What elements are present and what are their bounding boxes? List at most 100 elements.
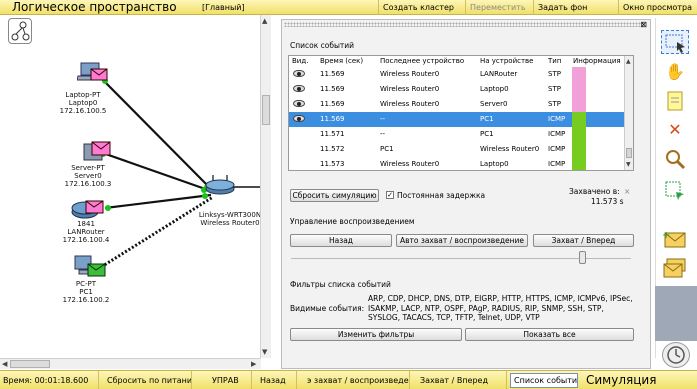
event-row[interactable]: 11.569 -- PC1 ICMP <box>289 112 625 127</box>
logical-workspace-canvas[interactable]: Laptop-PT Laptop0 172.16.100.5 Server-PT Se… <box>0 15 272 358</box>
scrollbar-thumb[interactable] <box>626 148 632 158</box>
panel-drag-handle[interactable] <box>284 22 644 27</box>
scrollbar-thumb[interactable] <box>10 360 50 368</box>
workspace-title: Логическое пространство <box>12 0 177 14</box>
bottom-auto-capture-button[interactable]: э захват / воспроизведе <box>297 371 410 389</box>
back-button[interactable]: Назад <box>290 234 392 247</box>
playback-speed-slider[interactable] <box>579 251 586 264</box>
eye-icon[interactable] <box>293 97 315 112</box>
event-row[interactable]: 11.569 Wireless Router0 Server0 STP <box>289 97 625 112</box>
column-header-info[interactable]: Информация <box>573 56 625 67</box>
wireless-router-icon[interactable] <box>204 173 236 197</box>
logical-topology-icon <box>11 21 30 41</box>
event-time: 11.569 <box>320 115 345 123</box>
event-info-color-swatch[interactable] <box>572 67 586 82</box>
viewport-button[interactable]: Окно просмотра <box>618 0 697 15</box>
scroll-left-icon[interactable]: ◀ <box>2 360 7 368</box>
event-type: ICMP <box>548 115 566 123</box>
pdu-control-button[interactable]: УПРАВ <box>192 371 252 389</box>
canvas-vertical-scrollbar[interactable]: ▲ ▼ <box>260 15 271 358</box>
resize-icon[interactable] <box>661 180 689 204</box>
event-at-device: Server0 <box>480 100 508 108</box>
bottom-capture-forward-button[interactable]: Захват / Вперед <box>410 371 507 389</box>
move-button[interactable]: Переместить <box>465 0 533 15</box>
power-cycle-button[interactable]: Сбросить по питанию <box>99 371 192 389</box>
event-time: 11.569 <box>320 70 345 78</box>
server-icon[interactable] <box>83 141 113 163</box>
event-row[interactable]: 11.569 Wireless Router0 Laptop0 STP <box>289 82 625 97</box>
scroll-down-icon[interactable]: ▼ <box>626 161 631 168</box>
event-info-color-swatch[interactable] <box>572 157 586 170</box>
edit-filters-button[interactable]: Изменить фильтры <box>290 328 462 341</box>
event-info-color-swatch[interactable] <box>572 82 586 97</box>
constant-delay-checkbox[interactable]: ✓ <box>386 191 394 199</box>
pc-icon[interactable] <box>74 255 108 279</box>
laptop-icon[interactable] <box>77 62 109 90</box>
simulation-mode-icon[interactable] <box>662 342 690 368</box>
eye-icon[interactable] <box>293 82 315 97</box>
column-header-at-device[interactable]: На устройстве <box>480 56 544 67</box>
select-icon[interactable] <box>661 30 689 54</box>
server-label: Server-PT Server0 172.16.100.3 <box>64 164 112 188</box>
scrollbar-thumb[interactable] <box>262 95 270 125</box>
event-info-color-swatch[interactable] <box>572 127 586 142</box>
tools-bottom-strip <box>655 286 697 341</box>
event-list-table: Вид. Время (сек) Последнее устройство На… <box>288 55 634 171</box>
event-row[interactable]: 11.571 -- PC1 ICMP <box>289 127 625 142</box>
scroll-up-icon[interactable]: ▲ <box>626 58 631 65</box>
scroll-down-icon[interactable]: ▼ <box>262 348 267 356</box>
capture-forward-button[interactable]: Захват / Вперед <box>533 234 634 247</box>
captured-label: Захвачено в: <box>569 187 620 196</box>
canvas-horizontal-scrollbar[interactable]: ◀ ▶ <box>0 358 261 369</box>
close-icon[interactable]: ⊠ <box>640 20 647 29</box>
column-header-time[interactable]: Время (сек) <box>320 56 376 67</box>
captured-info-icon: × <box>624 187 631 196</box>
event-info-color-swatch[interactable] <box>572 112 586 127</box>
root-level-link[interactable]: [Главный] <box>198 0 249 15</box>
event-last-device: Wireless Router0 <box>380 100 440 108</box>
column-header-visibility[interactable]: Вид. <box>292 56 314 67</box>
note-icon[interactable] <box>661 90 689 114</box>
show-all-button[interactable]: Показать все <box>465 328 634 341</box>
logical-workspace-icon[interactable] <box>8 18 32 44</box>
event-time: 11.573 <box>320 160 345 168</box>
event-type: STP <box>548 85 561 93</box>
event-row[interactable]: 11.569 Wireless Router0 LANRouter STP <box>289 67 625 82</box>
router-icon[interactable] <box>71 198 107 220</box>
event-time: 11.569 <box>320 100 345 108</box>
bottom-back-button[interactable]: Назад <box>252 371 297 389</box>
hand-icon[interactable]: ✋ <box>661 60 689 84</box>
event-at-device: Wireless Router0 <box>480 145 540 153</box>
simulation-mode-label: Симуляция <box>586 373 657 387</box>
simple-pdu-icon[interactable]: + <box>661 228 689 252</box>
reset-simulation-button[interactable]: Сбросить симуляцию <box>290 189 379 202</box>
eye-icon[interactable] <box>293 67 315 82</box>
event-last-device: Wireless Router0 <box>380 85 440 93</box>
set-background-button[interactable]: Задать фон <box>533 0 618 15</box>
event-list-scrollbar[interactable]: ▲ ▼ <box>624 56 633 170</box>
event-time: 11.569 <box>320 85 345 93</box>
event-last-device: -- <box>380 130 386 138</box>
event-list-header: Вид. Время (сек) Последнее устройство На… <box>289 56 625 67</box>
captured-time-value: 11.573 s <box>591 197 624 206</box>
eye-icon[interactable] <box>293 112 315 127</box>
event-at-device: Laptop0 <box>480 85 509 93</box>
scroll-right-icon[interactable]: ▶ <box>251 360 256 368</box>
column-header-type[interactable]: Тип <box>548 56 570 67</box>
column-header-last-device[interactable]: Последнее устройство <box>380 56 476 67</box>
constant-delay-label: Постоянная задержка <box>397 191 486 200</box>
event-info-color-swatch[interactable] <box>572 142 586 157</box>
event-info-color-swatch[interactable] <box>572 97 586 112</box>
event-row[interactable]: 11.573 Wireless Router0 Laptop0 ICMP <box>289 157 625 170</box>
delete-icon[interactable]: ✕ <box>661 118 689 142</box>
scroll-up-icon[interactable]: ▲ <box>262 17 267 25</box>
event-type: STP <box>548 100 561 108</box>
event-at-device: LANRouter <box>480 70 518 78</box>
complex-pdu-icon[interactable] <box>661 256 689 280</box>
inspect-icon[interactable] <box>661 148 689 172</box>
create-cluster-button[interactable]: Создать кластер <box>378 0 465 15</box>
event-list-title: Список событий <box>290 41 355 50</box>
auto-capture-play-button[interactable]: Авто захват / воспроизведение <box>396 234 528 247</box>
event-list-toggle-button[interactable]: Список событий <box>510 373 578 388</box>
event-row[interactable]: 11.572 PC1 Wireless Router0 ICMP <box>289 142 625 157</box>
